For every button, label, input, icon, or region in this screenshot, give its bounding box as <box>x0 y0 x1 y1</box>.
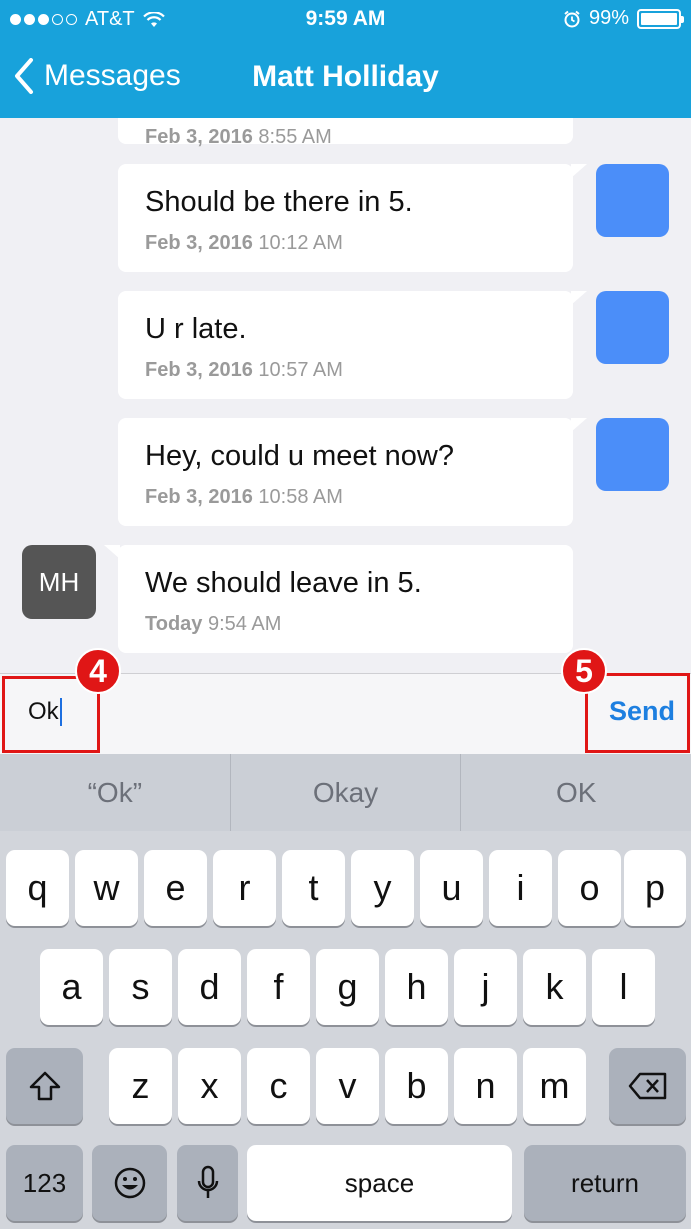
key-n[interactable]: n <box>454 1048 517 1124</box>
message-time: 10:57 AM <box>258 359 343 381</box>
key-u[interactable]: u <box>420 850 483 926</box>
message-text: We should leave in 5. <box>145 567 422 599</box>
shift-icon <box>29 1071 60 1101</box>
space-key[interactable]: space <box>247 1145 512 1221</box>
key-a[interactable]: a <box>40 949 103 1025</box>
suggestion-item[interactable]: Okay <box>231 754 462 831</box>
key-f[interactable]: f <box>247 949 310 1025</box>
key-g[interactable]: g <box>316 949 379 1025</box>
return-key[interactable]: return <box>524 1145 686 1221</box>
key-c[interactable]: c <box>247 1048 310 1124</box>
key-t[interactable]: t <box>282 850 345 926</box>
message-text: Should be there in 5. <box>145 186 413 218</box>
key-k[interactable]: k <box>523 949 586 1025</box>
message-text: Hey, could u meet now? <box>145 440 454 472</box>
key-v[interactable]: v <box>316 1048 379 1124</box>
key-l[interactable]: l <box>592 949 655 1025</box>
key-q[interactable]: q <box>6 850 69 926</box>
shift-key[interactable] <box>6 1048 83 1124</box>
key-w[interactable]: w <box>75 850 138 926</box>
dictation-key[interactable] <box>177 1145 238 1221</box>
keyboard: q w e r t y u i o p a s d f g h j k l z … <box>0 831 691 1229</box>
key-h[interactable]: h <box>385 949 448 1025</box>
message-list[interactable]: Feb 3, 2016 8:55 AM Should be there in 5… <box>0 118 691 673</box>
key-p[interactable]: p <box>624 850 686 926</box>
top-bar: AT&T 9:59 AM 99% Messages Matt Holliday <box>0 0 691 118</box>
chevron-left-icon <box>15 58 33 94</box>
key-o[interactable]: o <box>558 850 621 926</box>
status-bar: AT&T 9:59 AM 99% <box>0 0 691 38</box>
key-j[interactable]: j <box>454 949 517 1025</box>
suggestion-item[interactable]: OK <box>461 754 691 831</box>
key-z[interactable]: z <box>109 1048 172 1124</box>
key-s[interactable]: s <box>109 949 172 1025</box>
emoji-key[interactable] <box>92 1145 167 1221</box>
backspace-icon <box>628 1072 666 1100</box>
message-text: U r late. <box>145 313 247 345</box>
conversation-title: Matt Holliday <box>252 60 439 93</box>
predictive-text-bar: “Ok” Okay OK <box>0 754 691 831</box>
numbers-key[interactable]: 123 <box>6 1145 83 1221</box>
key-i[interactable]: i <box>489 850 552 926</box>
battery-percentage: 99% <box>588 7 629 29</box>
key-x[interactable]: x <box>178 1048 241 1124</box>
message-time: 10:58 AM <box>258 486 343 508</box>
message-date: Today <box>145 613 203 635</box>
message-date: Feb 3, 2016 <box>145 359 253 381</box>
contact-avatar[interactable]: MH <box>22 545 96 619</box>
message-date: Feb 3, 2016 <box>145 232 253 254</box>
emoji-icon <box>114 1167 145 1199</box>
key-b[interactable]: b <box>385 1048 448 1124</box>
key-m[interactable]: m <box>523 1048 586 1124</box>
back-button[interactable]: Messages <box>14 58 181 94</box>
key-d[interactable]: d <box>178 949 241 1025</box>
message-date: Feb 3, 2016 <box>145 126 253 148</box>
step-badge-input: 4 <box>75 648 121 694</box>
message-bubble[interactable]: U r late. Feb 3, 2016 10:57 AM <box>118 291 587 399</box>
message-time: 8:55 AM <box>258 126 332 148</box>
battery-icon <box>637 8 684 29</box>
message-bubble[interactable]: Hey, could u meet now? Feb 3, 2016 10:58… <box>118 418 587 526</box>
key-e[interactable]: e <box>144 850 207 926</box>
suggestion-item[interactable]: “Ok” <box>0 754 231 831</box>
alarm-icon <box>564 10 580 27</box>
message-time: 10:12 AM <box>258 232 343 254</box>
message-time: 9:54 AM <box>207 613 282 635</box>
my-avatar[interactable] <box>596 164 669 237</box>
message-bubble[interactable]: Feb 3, 2016 8:55 AM <box>118 118 573 148</box>
my-avatar[interactable] <box>596 418 669 491</box>
delete-key[interactable] <box>609 1048 686 1124</box>
message-date: Feb 3, 2016 <box>145 486 253 508</box>
key-y[interactable]: y <box>351 850 414 926</box>
step-badge-send: 5 <box>561 648 607 694</box>
my-avatar[interactable] <box>596 291 669 364</box>
key-r[interactable]: r <box>213 850 276 926</box>
message-bubble[interactable]: Should be there in 5. Feb 3, 2016 10:12 … <box>118 164 587 272</box>
back-label: Messages <box>44 59 181 92</box>
message-bubble[interactable]: We should leave in 5. Today 9:54 AM <box>104 545 573 653</box>
microphone-icon <box>197 1165 218 1198</box>
